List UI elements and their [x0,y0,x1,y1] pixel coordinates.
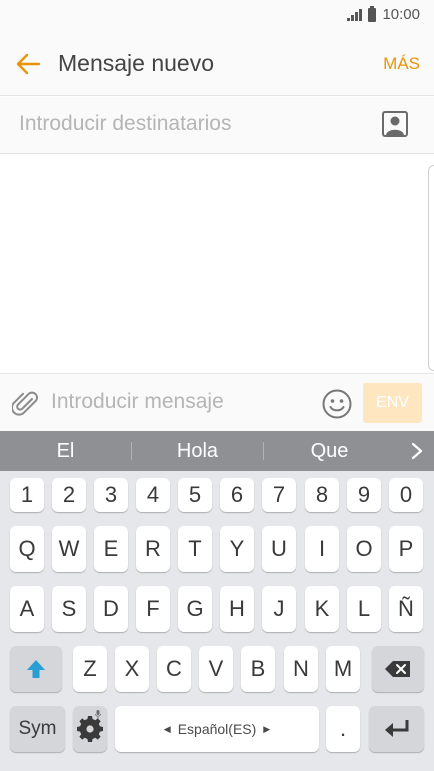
back-arrow-icon[interactable] [14,51,42,77]
app-bar: Mensaje nuevo MÁS [0,32,434,96]
enter-icon [384,720,408,737]
space-language-label: Español(ES) [177,721,257,737]
key-p[interactable]: P [389,526,423,572]
sym-key[interactable]: Sym [10,706,65,752]
key-v[interactable]: V [199,646,233,692]
signal-icon [347,8,363,21]
key-a[interactable]: A [10,586,44,632]
key-3[interactable]: 3 [94,478,128,512]
key-0[interactable]: 0 [389,478,423,512]
key-1[interactable]: 1 [10,478,44,512]
key-x[interactable]: X [115,646,149,692]
key-l[interactable]: L [347,586,381,632]
key-f[interactable]: F [136,586,170,632]
suggestion-item[interactable]: Hola [132,431,263,471]
key-i[interactable]: I [305,526,339,572]
battery-icon [368,5,377,22]
enter-key[interactable] [369,706,424,752]
edge-panel-handle[interactable] [428,165,434,371]
key-4[interactable]: 4 [136,478,170,512]
settings-icon [77,716,103,742]
more-button[interactable]: MÁS [383,54,420,74]
key-9[interactable]: 9 [347,478,381,512]
key-q[interactable]: Q [10,526,44,572]
key-m[interactable]: M [326,646,360,692]
message-input[interactable]: Introducir mensaje [51,390,224,414]
send-button[interactable]: ENV [363,383,422,423]
conversation-area [0,155,434,373]
key-z[interactable]: Z [73,646,107,692]
compose-bar: Introducir mensaje ENV [0,373,434,431]
key-2[interactable]: 2 [52,478,86,512]
key-r[interactable]: R [136,526,170,572]
key-7[interactable]: 7 [262,478,296,512]
recipients-input[interactable]: Introducir destinatarios [19,112,231,136]
key-y[interactable]: Y [220,526,254,572]
backspace-key[interactable] [372,646,424,692]
caret-right-icon: ▶ [263,723,271,734]
caret-left-icon: ◀ [163,723,171,734]
backspace-icon [385,661,410,677]
suggestion-item[interactable]: El [0,431,131,471]
key-6[interactable]: 6 [220,478,254,512]
status-indicators: 10:00 [347,5,420,23]
keyboard: 1 2 3 4 5 6 7 8 9 0 Q W E R T Y U I O P … [0,471,434,771]
attach-icon[interactable] [12,390,40,418]
key-w[interactable]: W [52,526,86,572]
space-key[interactable]: ◀ Español(ES) ▶ [115,706,319,752]
suggestion-item[interactable]: Que [264,431,395,471]
page-title: Mensaje nuevo [58,50,214,76]
period-key[interactable]: . [326,706,360,752]
key-5[interactable]: 5 [178,478,212,512]
key-o[interactable]: O [347,526,381,572]
key-e[interactable]: E [94,526,128,572]
key-k[interactable]: K [305,586,339,632]
settings-key[interactable] [73,706,107,752]
key-t[interactable]: T [178,526,212,572]
chevron-right-icon[interactable] [410,442,424,460]
contact-icon[interactable] [382,111,408,137]
shift-icon [27,660,45,678]
shift-key[interactable] [10,646,62,692]
key-g[interactable]: G [178,586,212,632]
key-d[interactable]: D [94,586,128,632]
key-enye[interactable]: Ñ [389,586,423,632]
suggestion-bar: El Hola Que [0,431,434,471]
key-u[interactable]: U [262,526,296,572]
status-time: 10:00 [382,6,420,23]
mic-icon [95,710,101,719]
emoji-icon[interactable] [321,388,353,420]
status-bar: 10:00 [0,0,434,32]
key-n[interactable]: N [284,646,318,692]
recipients-row: Introducir destinatarios [0,97,434,154]
key-s[interactable]: S [52,586,86,632]
key-b[interactable]: B [241,646,275,692]
key-8[interactable]: 8 [305,478,339,512]
key-h[interactable]: H [220,586,254,632]
key-j[interactable]: J [262,586,296,632]
key-c[interactable]: C [157,646,191,692]
